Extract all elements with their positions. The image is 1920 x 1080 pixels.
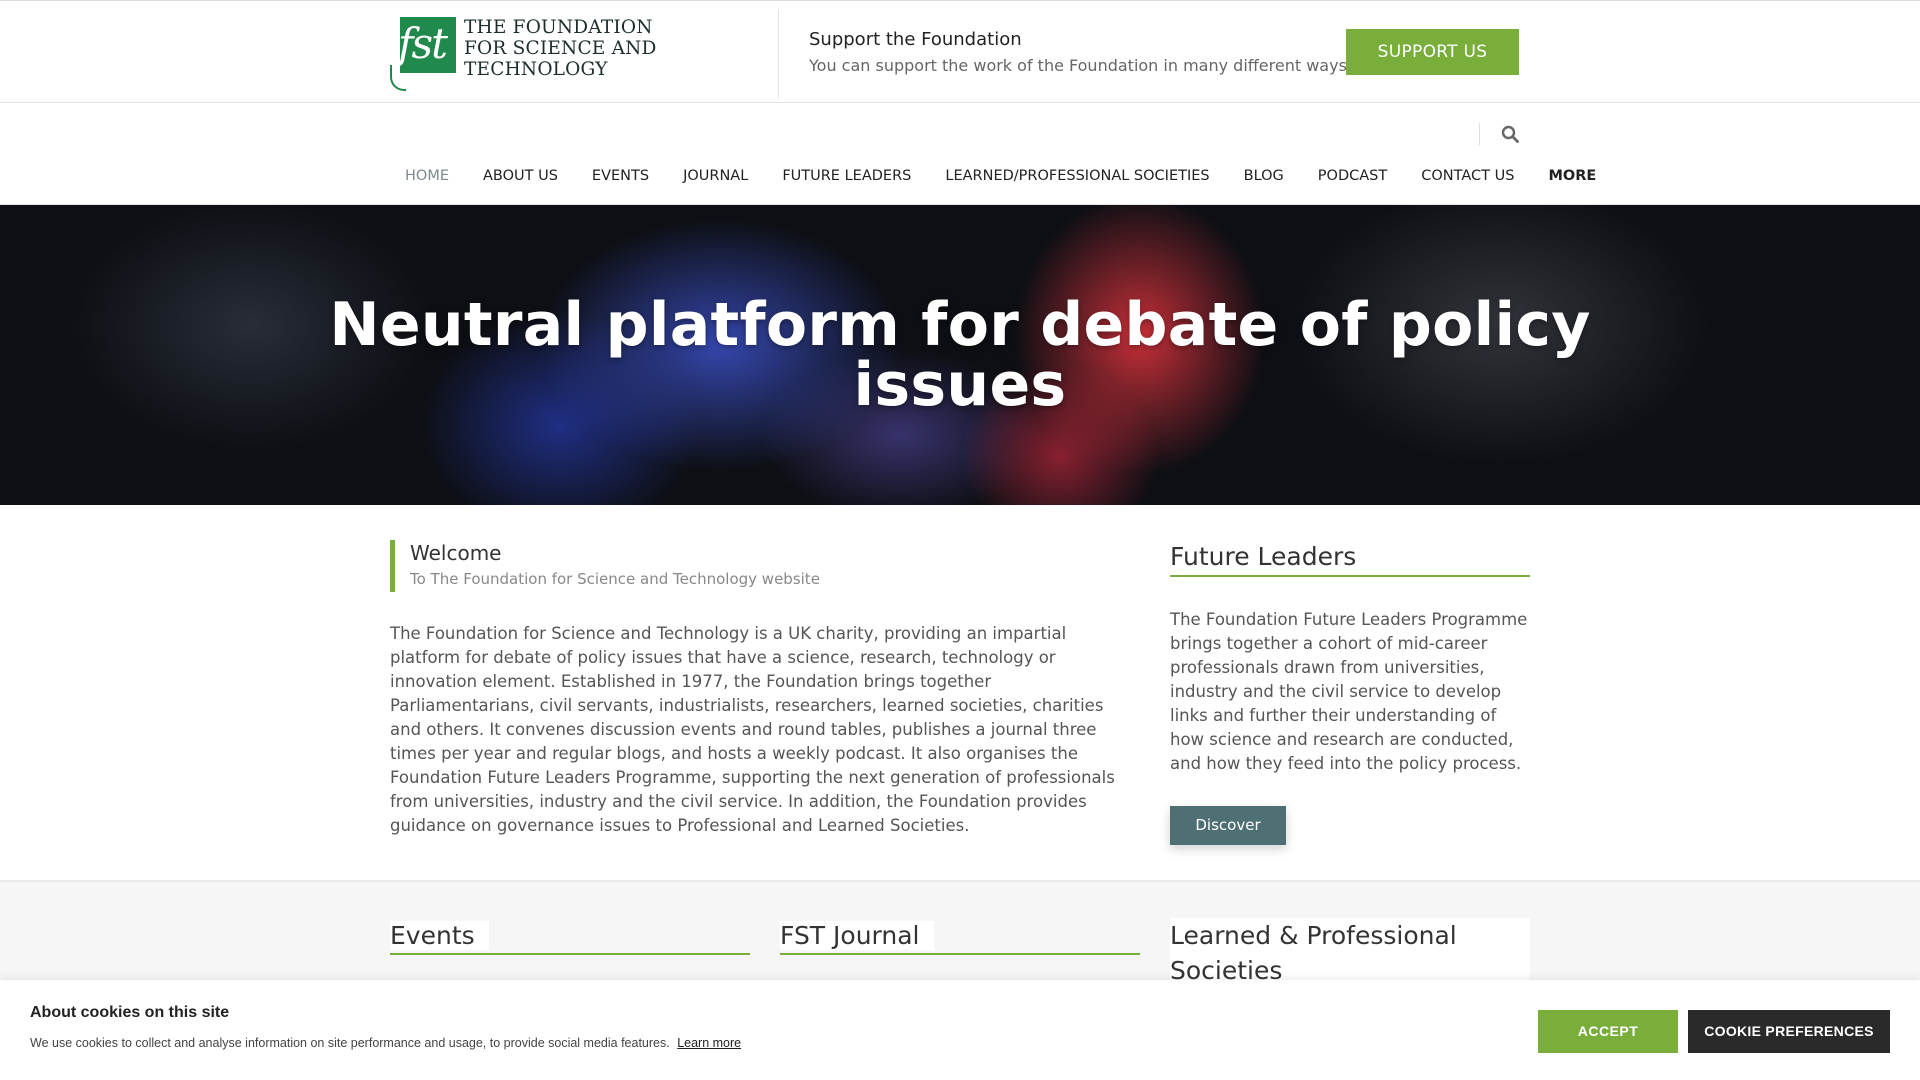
journal-heading-text: FST Journal [780,921,934,950]
search-icon[interactable] [1501,125,1519,143]
nav-item-journal[interactable]: JOURNAL [666,163,765,189]
main-navigation: HOME ABOUT US EVENTS JOURNAL FUTURE LEAD… [0,103,1920,205]
societies-heading-line: Learned & Professional [1170,921,1457,950]
hero-title: Neutral platform for debate of policy is… [0,295,1920,415]
welcome-subtitle: To The Foundation for Science and Techno… [410,570,820,588]
societies-heading: Learned & Professional Societies [1170,918,1530,988]
nav-item-learned-societies[interactable]: LEARNED/PROFESSIONAL SOCIETIES [928,163,1226,189]
welcome-title: Welcome [410,541,502,565]
nav-item-blog[interactable]: BLOG [1227,163,1301,189]
logo-mark: fst [390,17,458,91]
hero-title-line: issues [853,350,1067,420]
cookie-preferences-button[interactable]: COOKIE PREFERENCES [1688,1010,1890,1053]
divider [1479,123,1480,145]
hero-banner: Neutral platform for debate of policy is… [0,205,1920,505]
future-leaders-heading: Future Leaders [1170,540,1530,577]
support-subtitle: You can support the work of the Foundati… [809,56,1347,75]
top-bar: fst THE FOUNDATION FOR SCIENCE AND TECHN… [0,0,1920,103]
logo-line: FOR SCIENCE AND [464,38,657,59]
nav-item-home[interactable]: HOME [388,163,466,189]
nav-item-future-leaders[interactable]: FUTURE LEADERS [765,163,928,189]
divider [778,9,779,99]
events-heading-text: Events [390,921,489,950]
logo-line: TECHNOLOGY [464,59,608,80]
nav-item-contact-us[interactable]: CONTACT US [1404,163,1531,189]
logo-wordmark: THE FOUNDATION FOR SCIENCE AND TECHNOLOG… [464,17,657,80]
support-info: Support the Foundation You can support t… [809,29,1347,77]
future-leaders-text: The Foundation Future Leaders Programme … [1170,610,1528,773]
nav-item-events[interactable]: EVENTS [575,163,666,189]
accept-cookies-button[interactable]: ACCEPT [1538,1010,1678,1053]
cookie-description: We use cookies to collect and analyse in… [30,1036,670,1050]
cookie-banner: About cookies on this site We use cookie… [0,980,1920,1080]
logo-mark-text: fst [398,19,448,68]
intro-paragraph: The Foundation for Science and Technolog… [390,624,1115,835]
logo-line: THE FOUNDATION [464,17,653,38]
support-us-button[interactable]: SUPPORT US [1346,29,1519,75]
welcome-block: Welcome To The Foundation for Science an… [390,540,820,592]
discover-button[interactable]: Discover [1170,806,1286,845]
nav-item-podcast[interactable]: PODCAST [1301,163,1404,189]
nav-item-more[interactable]: MORE [1531,163,1613,189]
journal-heading: FST Journal [780,918,1140,955]
hero-title-line: Neutral platform for debate of policy [329,290,1591,360]
events-heading: Events [390,918,750,955]
nav-item-about-us[interactable]: ABOUT US [466,163,575,189]
nav-menu: HOME ABOUT US EVENTS JOURNAL FUTURE LEAD… [388,163,1613,189]
learn-more-link[interactable]: Learn more [677,1036,741,1050]
cookie-text: We use cookies to collect and analyse in… [30,1036,741,1050]
support-title: Support the Foundation [809,29,1022,50]
cookie-title: About cookies on this site [30,1004,230,1021]
site-logo[interactable]: fst THE FOUNDATION FOR SCIENCE AND TECHN… [390,17,657,91]
